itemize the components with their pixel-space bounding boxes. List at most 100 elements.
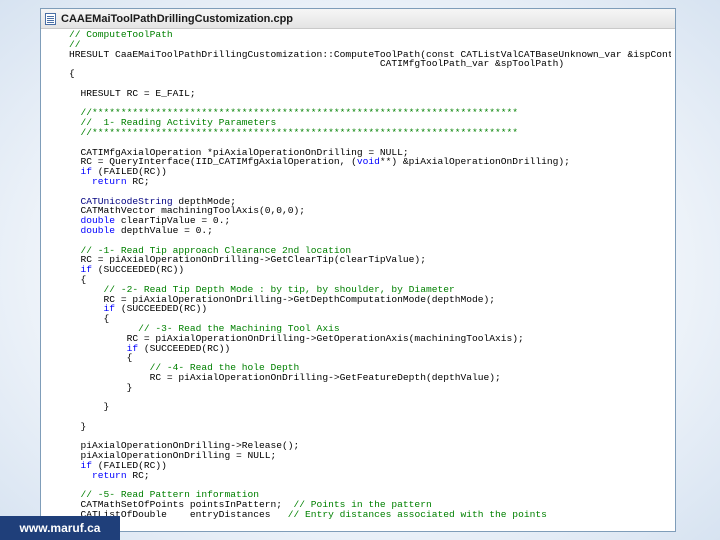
code-line: // -2- Read Tip Depth Mode : by tip, by … <box>69 285 671 295</box>
code-token: //**************************************… <box>69 127 519 138</box>
code-line: CATIMfgToolPath_var &spToolPath) <box>69 59 671 69</box>
code-token: piAxialOperationOnDrilling->Release(); <box>69 441 300 452</box>
window-titlebar[interactable]: CAAEMaiToolPathDrillingCustomization.cpp <box>41 9 675 29</box>
code-line: HRESULT RC = E_FAIL; <box>69 89 671 99</box>
code-line: // -1- Read Tip approach Clearance 2nd l… <box>69 246 671 256</box>
code-token: } <box>69 402 110 413</box>
code-token: } <box>69 421 87 432</box>
code-line: if (SUCCEEDED(RC)) <box>69 304 671 314</box>
code-line: //**************************************… <box>69 128 671 138</box>
code-token: void <box>356 157 380 168</box>
code-token: // -4- Read the hole Depth <box>69 363 300 373</box>
code-token: //**************************************… <box>69 108 519 119</box>
code-token: double <box>69 225 116 236</box>
code-line: { <box>69 69 671 79</box>
code-token: // <box>69 39 81 50</box>
code-token: // Points in the pattern <box>293 500 432 511</box>
code-token: // ComputeToolPath <box>69 30 173 40</box>
code-line: RC = piAxialOperationOnDrilling->GetDept… <box>69 295 671 305</box>
code-line: RC = piAxialOperationOnDrilling->GetClea… <box>69 255 671 265</box>
code-line: //**************************************… <box>69 108 671 118</box>
code-token: HRESULT CaaEMaiToolPathDrillingCustomiza… <box>69 49 671 60</box>
code-token: RC = piAxialOperationOnDrilling->GetFeat… <box>69 372 501 383</box>
code-token: RC = piAxialOperationOnDrilling->GetDept… <box>69 294 496 305</box>
code-line: double clearTipValue = 0.; <box>69 216 671 226</box>
code-token: } <box>69 382 133 393</box>
code-token: // -1- Read Tip approach Clearance 2nd l… <box>69 245 352 256</box>
code-token: CATMathSetOfPoints pointsInPattern; <box>69 500 294 511</box>
code-token: RC; <box>126 470 150 481</box>
code-token: // -2- Read Tip Depth Mode : by tip, by … <box>69 284 455 295</box>
code-token: { <box>69 314 110 324</box>
code-token: if <box>69 343 139 354</box>
code-line: // <box>69 40 671 50</box>
code-line: { <box>69 353 671 363</box>
code-token: if <box>69 265 93 275</box>
code-token: { <box>69 353 133 364</box>
code-line: // -4- Read the hole Depth <box>69 363 671 373</box>
code-token: // 1- Reading Activity Parameters <box>69 118 277 128</box>
code-line: CATMathVector machiningToolAxis(0,0,0); <box>69 206 671 216</box>
document-icon <box>45 12 56 25</box>
code-token: CATIMfgToolPath_var &spToolPath) <box>69 59 565 70</box>
code-line: RC = piAxialOperationOnDrilling->GetFeat… <box>69 373 671 383</box>
code-line: CATListOfDouble entryDistances // Entry … <box>69 510 671 520</box>
code-line: HRESULT CaaEMaiToolPathDrillingCustomiza… <box>69 50 671 60</box>
window-title: CAAEMaiToolPathDrillingCustomization.cpp <box>61 12 294 25</box>
code-line: if (SUCCEEDED(RC)) <box>69 265 671 275</box>
code-token: CATMathVector machiningToolAxis(0,0,0); <box>69 206 306 217</box>
code-token: return <box>69 176 127 187</box>
code-line: if (FAILED(RC)) <box>69 461 671 471</box>
code-token: **) &piAxialOperationOnDrilling); <box>379 157 570 168</box>
code-line: CATIMfgAxialOperation *piAxialOperationO… <box>69 148 671 158</box>
code-token: (FAILED(RC)) <box>92 461 167 471</box>
code-line: } <box>69 383 671 393</box>
code-line: RC = QueryInterface(IID_CATIMfgAxialOper… <box>69 157 671 167</box>
code-token: if <box>69 461 93 471</box>
code-token: (FAILED(RC)) <box>92 167 167 177</box>
code-token: // Entry distances associated with the p… <box>287 510 547 520</box>
code-line: RC = piAxialOperationOnDrilling->GetOper… <box>69 334 671 344</box>
code-editor[interactable]: // ComputeToolPath//HRESULT CaaEMaiToolP… <box>69 30 671 531</box>
code-line: CATMathSetOfPoints pointsInPattern; // P… <box>69 500 671 510</box>
code-line: piAxialOperationOnDrilling->Release(); <box>69 441 671 451</box>
code-line: piAxialOperationOnDrilling = NULL; <box>69 451 671 461</box>
code-line: double depthValue = 0.; <box>69 226 671 236</box>
code-token: RC = QueryInterface(IID_CATIMfgAxialOper… <box>69 157 357 168</box>
code-line: { <box>69 275 671 285</box>
code-token: CATUnicodeString <box>69 196 173 207</box>
code-line: } <box>69 422 671 432</box>
code-token: depthMode; <box>172 196 236 207</box>
code-line: // -3- Read the Machining Tool Axis <box>69 324 671 334</box>
code-line: if (SUCCEEDED(RC)) <box>69 344 671 354</box>
code-token: depthValue = 0.; <box>115 225 213 236</box>
code-token: { <box>69 274 87 285</box>
code-line: return RC; <box>69 177 671 187</box>
code-token: return <box>69 470 127 481</box>
code-line: CATUnicodeString depthMode; <box>69 197 671 207</box>
code-token: HRESULT RC = E_FAIL; <box>69 88 196 99</box>
site-badge: www.maruf.ca <box>0 516 120 540</box>
code-line: // ComputeToolPath <box>69 30 671 40</box>
code-token: (SUCCEEDED(RC)) <box>138 343 231 354</box>
code-token: RC = piAxialOperationOnDrilling->GetOper… <box>69 333 524 344</box>
code-token: (SUCCEEDED(RC)) <box>92 265 185 275</box>
code-line: return RC; <box>69 471 671 481</box>
code-token: // -3- Read the Machining Tool Axis <box>69 323 340 334</box>
code-line: if (FAILED(RC)) <box>69 167 671 177</box>
editor-window: CAAEMaiToolPathDrillingCustomization.cpp… <box>40 8 676 532</box>
code-token: { <box>69 69 75 79</box>
code-token: clearTipValue = 0.; <box>115 216 231 226</box>
code-token: RC; <box>126 176 150 187</box>
code-token: double <box>69 216 116 226</box>
code-token: piAxialOperationOnDrilling = NULL; <box>69 451 277 462</box>
code-token: if <box>69 304 116 315</box>
